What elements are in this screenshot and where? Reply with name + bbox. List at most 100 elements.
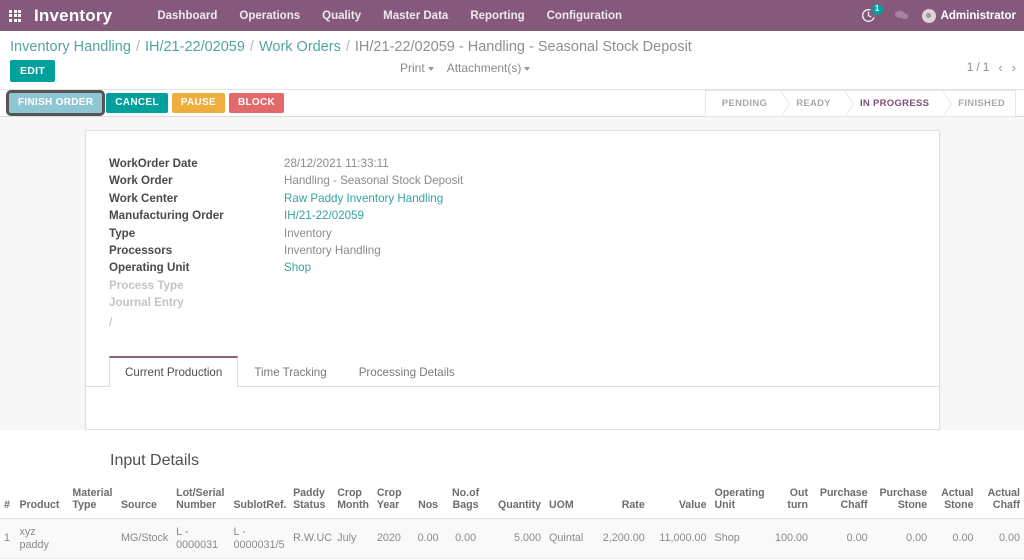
apps-grid-glyph [9,9,21,22]
menu-item-operations[interactable]: Operations [228,3,311,29]
column-header-actual-stone[interactable]: Actual Stone [931,482,978,519]
field-label: Journal Entry [109,296,184,310]
activity-count-badge: 1 [871,4,883,15]
column-header-lot-serial[interactable]: Lot/Serial Number [172,482,230,519]
form-sheet: WorkOrder Date 28/12/2021 11:33:11 Work … [85,130,940,430]
field-value: 28/12/2021 11:33:11 [284,157,389,170]
field-process-type: Process Type [109,277,939,294]
column-header-source[interactable]: Source [116,482,173,519]
status-pending[interactable]: PENDING [704,90,791,117]
form-fields-group: WorkOrder Date 28/12/2021 11:33:11 Work … [86,155,939,334]
field-manufacturing-order: Manufacturing Order IH/21-22/02059 [109,207,939,224]
tab-time-tracking[interactable]: Time Tracking [238,356,342,387]
navbar-right-tools: 1 Administrator [852,0,1024,31]
column-header-nos[interactable]: Nos [410,482,446,519]
pause-button[interactable]: PAUSE [171,93,225,113]
cell-rate: 2,200.00 [593,518,649,559]
field-value: Inventory [284,226,332,240]
pager-count: 1 / 1 [966,61,990,74]
cell-material-type [68,518,117,559]
cell-crop-month: July [333,518,373,559]
tab-processing-details[interactable]: Processing Details [343,356,471,387]
control-panel: Inventory Handling / IH/21-22/02059 / Wo… [0,31,1024,90]
input-details-table-scroll[interactable]: # Product Material Type Source Lot/Seria… [0,482,1024,560]
column-header-rate[interactable]: Rate [593,482,649,519]
cell-product: xyz paddy [15,518,69,559]
field-label: Work Order [109,174,173,188]
column-header-sublot-ref[interactable]: SublotRef. [229,482,290,519]
attachments-dropdown[interactable]: Attachment(s) [447,61,531,75]
control-panel-buttons: EDIT Print Attachment(s) 1 / 1 ‹ › [0,58,1024,89]
cancel-button[interactable]: CANCEL [106,93,168,113]
column-header-product[interactable]: Product [15,482,69,519]
cell-sublot-ref: L - 0000031/5 [229,518,290,559]
finish-order-button[interactable]: FINISH ORDER [5,90,106,116]
field-processors: Processors Inventory Handling [109,242,939,259]
pager-previous-icon[interactable]: ‹ [998,60,1002,75]
messages-chat-icon[interactable] [885,0,918,31]
column-header-paddy-status[interactable]: Paddy Status [289,482,334,519]
cell-quantity: 5.000 [485,518,546,559]
cell-actual-chaff: 0.00 [977,518,1024,559]
table-row[interactable]: 1 xyz paddy MG/Stock L - 0000031 L - 000… [0,518,1024,559]
breadcrumb-item-3[interactable]: Work Orders [259,39,341,55]
field-work-order: Work Order Handling - Seasonal Stock Dep… [109,172,939,189]
table-body: 1 xyz paddy MG/Stock L - 0000031 L - 000… [0,518,1024,560]
column-header-no-of-bags[interactable]: No.of Bags [445,482,486,519]
column-header-quantity[interactable]: Quantity [485,482,546,519]
column-header-purchase-stone[interactable]: Purchase Stone [871,482,932,519]
field-label: Manufacturing Order [109,209,224,223]
cell-out-turn: 100.00 [763,518,813,559]
table-header-row: # Product Material Type Source Lot/Seria… [0,482,1024,519]
column-header-value[interactable]: Value [648,482,711,519]
column-header-out-turn[interactable]: Out turn [763,482,813,519]
table-header: # Product Material Type Source Lot/Seria… [0,482,1024,519]
menu-item-master-data[interactable]: Master Data [372,3,459,29]
menu-item-configuration[interactable]: Configuration [536,3,633,29]
chevron-down-icon [427,66,434,71]
breadcrumb-item-1[interactable]: Inventory Handling [10,39,131,55]
breadcrumb-item-current: IH/21-22/02059 - Handling - Seasonal Sto… [354,39,692,55]
activity-clock-icon[interactable]: 1 [852,0,885,31]
sheet-wrapper: WorkOrder Date 28/12/2021 11:33:11 Work … [0,117,1024,430]
field-label: Processors [109,244,173,258]
column-header-crop-month[interactable]: Crop Month [333,482,373,519]
top-navbar: Inventory Dashboard Operations Quality M… [0,0,1024,31]
tab-current-production[interactable]: Current Production [109,355,239,387]
cell-lot-serial: L - 0000031 [172,518,230,559]
menu-item-quality[interactable]: Quality [311,3,372,29]
field-value-link[interactable]: IH/21-22/02059 [284,207,364,224]
record-pager: 1 / 1 ‹ › [967,60,1016,75]
app-brand-title[interactable]: Inventory [30,6,118,26]
column-header-purchase-chaff[interactable]: Purchase Chaff [812,482,872,519]
breadcrumb-separator: / [135,39,140,55]
block-button[interactable]: BLOCK [228,93,285,113]
column-header-material-type[interactable]: Material Type [68,482,117,519]
field-value-link[interactable]: Raw Paddy Inventory Handling [284,190,443,207]
notebook-tabs: Current Production Time Tracking Process… [86,355,939,387]
apps-grid-icon[interactable] [0,0,30,31]
avatar [921,8,936,23]
input-details-inner: Input Details # Product Material Type So… [0,430,1024,560]
status-in-progress[interactable]: IN PROGRESS [843,90,953,117]
menu-item-reporting[interactable]: Reporting [459,3,535,29]
user-menu[interactable]: Administrator [918,0,1022,31]
column-header-operating-unit[interactable]: Operating Unit [710,482,765,519]
field-value-link[interactable]: Shop [284,259,311,276]
column-header-uom[interactable]: UOM [545,482,594,519]
column-header-actual-chaff[interactable]: Actual Chaff [977,482,1024,519]
status-finished[interactable]: FINISHED [942,90,1016,117]
pager-next-icon[interactable]: › [1012,60,1016,75]
breadcrumb-item-2[interactable]: IH/21-22/02059 [145,39,245,55]
column-header-crop-year[interactable]: Crop Year [372,482,411,519]
edit-button[interactable]: EDIT [10,60,56,82]
column-header-index[interactable]: # [0,482,16,519]
print-dropdown[interactable]: Print [400,61,434,75]
form-trailing-slash: / [109,315,113,329]
cell-no-of-bags: 0.00 [445,518,486,559]
menu-item-dashboard[interactable]: Dashboard [146,3,228,29]
cell-operating-unit: Shop [710,518,764,559]
field-journal-entry: Journal Entry [109,294,939,311]
field-label: Process Type [109,278,184,292]
form-content-area: WorkOrder Date 28/12/2021 11:33:11 Work … [0,117,1024,560]
